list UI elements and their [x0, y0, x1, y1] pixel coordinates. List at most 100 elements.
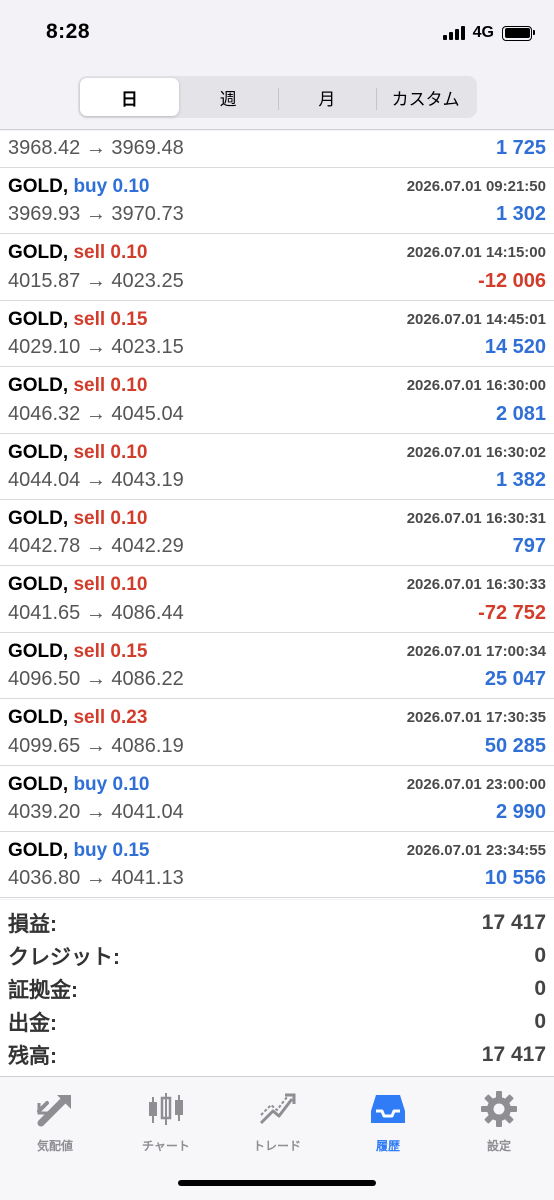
trade-symbol: GOLD,: [8, 574, 69, 596]
period-selector-bar: 日 週 月 カスタム: [0, 64, 554, 130]
trade-datetime: 2026.07.01 14:15:00: [406, 244, 546, 262]
trade-symbol: GOLD,: [8, 839, 69, 861]
tab-label: トレード: [252, 1139, 301, 1153]
summary-value: 0: [534, 1009, 546, 1033]
trade-prices: 3969.93 → 3970.73: [8, 203, 184, 226]
trade-prices: 4015.87 → 4023.25: [8, 269, 184, 292]
trade-side: sell 0.10: [73, 242, 148, 264]
trade-prices: 4046.32 → 4045.04: [8, 402, 184, 425]
trade-profit: 25 047: [484, 668, 546, 691]
battery-icon: [502, 25, 535, 41]
trade-symbol: GOLD,: [8, 773, 69, 795]
summary-label: クレジット:: [8, 945, 120, 969]
trade-side: sell 0.15: [73, 640, 148, 662]
trade-symbol: GOLD,: [8, 308, 69, 330]
trade-title: GOLD, sell 0.10: [8, 242, 147, 264]
table-row[interactable]: GOLD, sell 0.10 2026.07.01 16:30:31 4042.7…: [0, 500, 554, 567]
trade-prices: 4099.65 → 4086.19: [8, 734, 184, 757]
settings-icon: [449, 1087, 549, 1131]
tab-settings[interactable]: 設定: [449, 1087, 549, 1154]
trade-title: GOLD, buy 0.10: [8, 774, 150, 796]
trade-profit: 14 520: [484, 336, 546, 359]
summary-profit: 損益: 17 417: [0, 906, 554, 939]
segment-month[interactable]: 月: [277, 78, 377, 116]
trade-symbol: GOLD,: [8, 242, 69, 264]
table-row[interactable]: GOLD, sell 0.10 2026.07.01 16:30:33 4041.6…: [0, 566, 554, 633]
trade-profit: -72 752: [478, 601, 546, 624]
trade-profit: 1 302: [495, 203, 546, 226]
quotes-icon: [5, 1087, 105, 1131]
period-segmented-control: 日 週 月 カスタム: [78, 76, 477, 118]
trade-prices: 4039.20 → 4041.04: [8, 800, 184, 823]
trade-side: sell 0.10: [73, 507, 148, 529]
trade-datetime: 2026.07.01 16:30:33: [406, 576, 546, 594]
trade-profit: 50 285: [484, 734, 546, 757]
summary-value: 0: [534, 976, 546, 1000]
table-row[interactable]: GOLD, buy 0.15 2026.07.01 23:34:55 4036.80…: [0, 832, 554, 899]
summary-label: 損益:: [8, 912, 57, 936]
summary-value: 0: [534, 943, 546, 967]
trade-title: GOLD, sell 0.15: [8, 309, 147, 331]
trade-prices: 4029.10 → 4023.15: [8, 336, 184, 359]
segment-week[interactable]: 週: [179, 78, 278, 116]
table-row[interactable]: GOLD, sell 0.10 2026.07.01 14:15:00 4015.8…: [0, 234, 554, 301]
trade-symbol: GOLD,: [8, 441, 69, 463]
tab-trade[interactable]: トレード: [227, 1087, 327, 1154]
status-time: 8:28: [46, 20, 91, 43]
chart-icon: [116, 1087, 216, 1131]
trade-history-list[interactable]: 3968.42 → 3969.48 1 725 GOLD, buy 0.10 20…: [0, 131, 554, 899]
table-row[interactable]: GOLD, sell 0.10 2026.07.01 16:30:00 4046.3…: [0, 367, 554, 434]
trade-side: sell 0.23: [73, 707, 148, 729]
table-row[interactable]: GOLD, sell 0.23 2026.07.01 17:30:35 4099.6…: [0, 699, 554, 766]
trade-symbol: GOLD,: [8, 707, 69, 729]
trade-datetime: 2026.07.01 16:30:02: [406, 443, 546, 461]
trade-profit: 1 382: [495, 468, 546, 491]
table-row[interactable]: GOLD, buy 0.10 2026.07.01 09:21:50 3969.93…: [0, 168, 554, 235]
summary-label: 出金:: [8, 1011, 57, 1035]
trade-profit: 2 081: [495, 402, 546, 425]
trade-datetime: 2026.07.01 09:21:50: [406, 178, 546, 195]
tab-label: チャート: [142, 1139, 190, 1153]
table-row[interactable]: 3968.42 → 3969.48 1 725: [0, 131, 554, 168]
trade-datetime: 2026.07.01 23:34:55: [406, 841, 546, 859]
segment-day[interactable]: 日: [80, 78, 179, 116]
trade-title: GOLD, buy 0.10: [8, 176, 150, 198]
trade-symbol: GOLD,: [8, 640, 69, 662]
summary-deposit: 証拠金: 0: [0, 972, 554, 1005]
summary-value: 17 417: [481, 1042, 546, 1066]
table-row[interactable]: GOLD, sell 0.15 2026.07.01 14:45:01 4029.1…: [0, 301, 554, 368]
summary-label: 証拠金:: [8, 978, 78, 1002]
network-label: 4G: [472, 24, 494, 41]
trade-title: GOLD, sell 0.15: [8, 641, 147, 663]
trade-icon: [227, 1087, 327, 1131]
summary-value: 17 417: [481, 910, 546, 934]
segment-custom[interactable]: カスタム: [376, 78, 475, 116]
trade-side: sell 0.10: [73, 375, 148, 397]
summary-credit: クレジット: 0: [0, 939, 554, 972]
summary-balance: 残高: 17 417: [0, 1038, 554, 1071]
trade-prices: 4096.50 → 4086.22: [8, 668, 184, 691]
trade-title: GOLD, sell 0.23: [8, 707, 147, 729]
status-indicators: 4G: [442, 24, 535, 42]
trade-datetime: 2026.07.01 16:30:31: [406, 509, 546, 527]
trade-side: sell 0.15: [73, 308, 148, 330]
trade-profit: -12 006: [478, 269, 546, 292]
trade-side: sell 0.10: [73, 574, 148, 596]
table-row[interactable]: GOLD, sell 0.10 2026.07.01 16:30:02 4044.0…: [0, 434, 554, 500]
trade-title: GOLD, sell 0.10: [8, 574, 147, 596]
tab-history[interactable]: 履歴: [338, 1087, 438, 1154]
trade-datetime: 2026.07.01 23:00:00: [406, 775, 546, 793]
tab-quotes[interactable]: 気配値: [5, 1087, 105, 1154]
trade-datetime: 2026.07.01 17:00:34: [406, 642, 546, 660]
tab-chart[interactable]: チャート: [116, 1087, 216, 1154]
trade-prices: 3968.42 → 3969.48: [8, 137, 184, 159]
table-row[interactable]: GOLD, buy 0.10 2026.07.01 23:00:00 4039.20…: [0, 766, 554, 832]
tab-label: 履歴: [375, 1139, 400, 1153]
summary-withdrawal: 出金: 0: [0, 1005, 554, 1038]
trade-title: GOLD, buy 0.15: [8, 840, 150, 862]
trade-side: buy 0.10: [73, 773, 150, 795]
trade-symbol: GOLD,: [8, 176, 69, 197]
signal-icon: [442, 26, 465, 40]
trade-datetime: 2026.07.01 14:45:01: [406, 310, 546, 328]
table-row[interactable]: GOLD, sell 0.15 2026.07.01 17:00:34 4096.5…: [0, 633, 554, 700]
